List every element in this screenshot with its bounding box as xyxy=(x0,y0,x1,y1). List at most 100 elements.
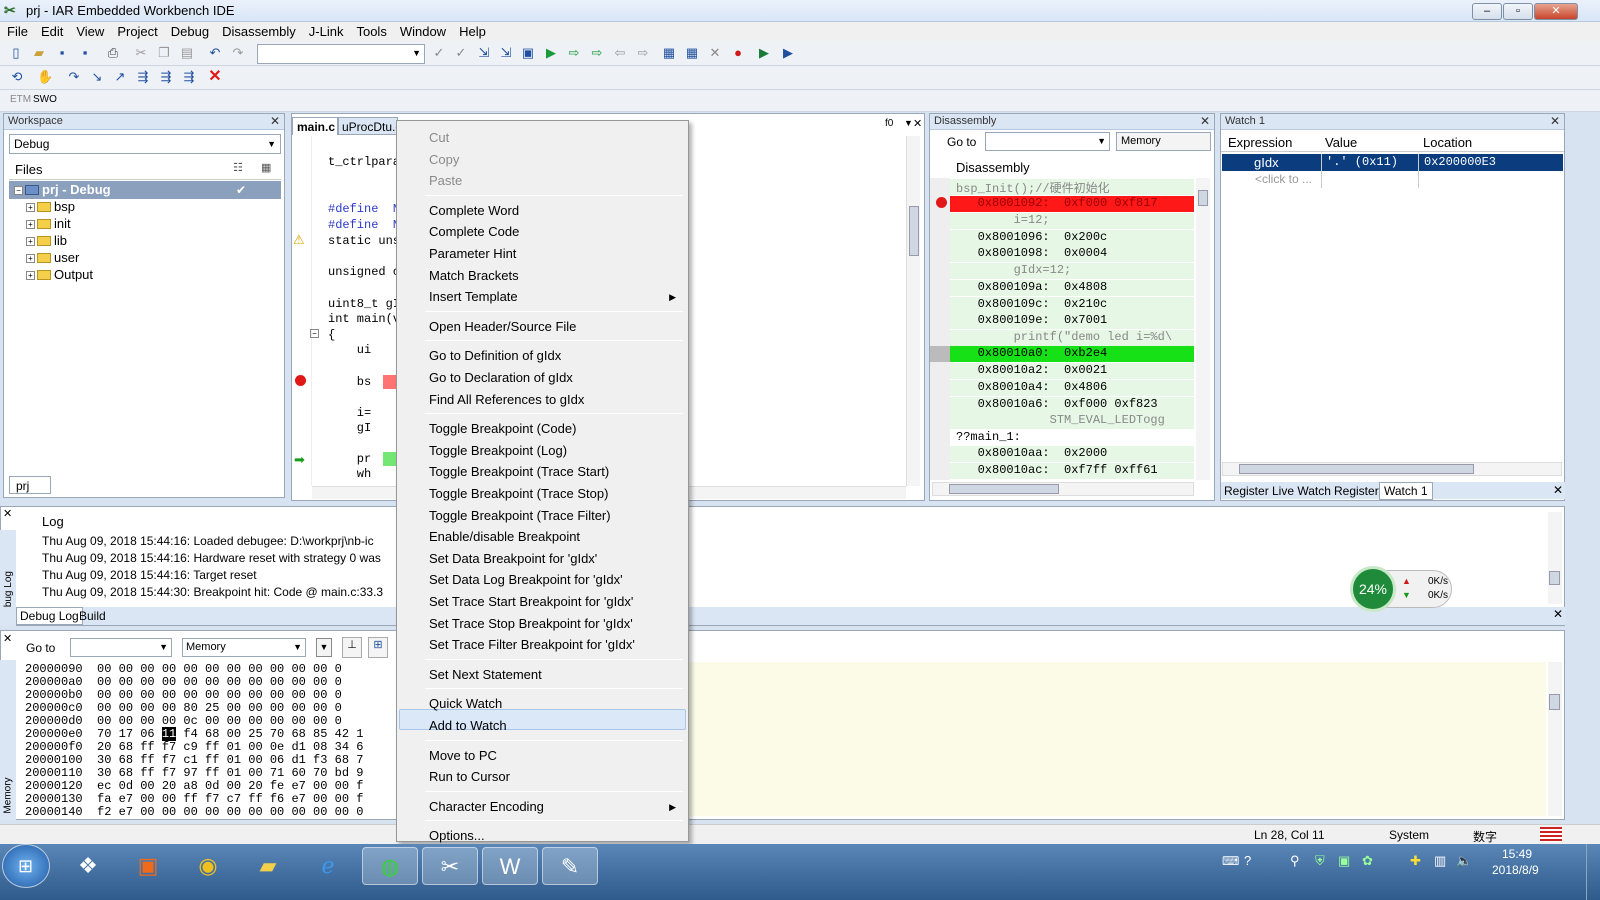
menu-item-toggle-breakpoint-code[interactable]: Toggle Breakpoint (Code) xyxy=(429,421,684,436)
editor-vscrollbar[interactable] xyxy=(906,136,920,486)
menu-item-complete-word[interactable]: Complete Word xyxy=(429,203,684,218)
language-flag-icon[interactable] xyxy=(1540,827,1562,842)
menu-item-go-to-definition-of-gidx[interactable]: Go to Definition of gIdx xyxy=(429,348,684,363)
find-in-files-icon[interactable]: ⇲ xyxy=(476,45,492,61)
close-icon[interactable]: ✕ xyxy=(1200,114,1210,128)
menu-item-set-trace-stop-breakpoint-for-gidx[interactable]: Set Trace Stop Breakpoint for 'gIdx' xyxy=(429,616,684,631)
next-bookmark-icon[interactable]: ⇨ xyxy=(566,45,582,61)
close-icon[interactable]: ✕ xyxy=(3,507,12,520)
menu-item-set-data-log-breakpoint-for-gidx[interactable]: Set Data Log Breakpoint for 'gIdx' xyxy=(429,572,684,587)
goto-icon[interactable]: ▣ xyxy=(520,45,536,61)
tab-watch-1[interactable]: Watch 1 xyxy=(1379,482,1433,500)
menu-tools[interactable]: Tools xyxy=(349,22,392,39)
new-file-icon[interactable]: ▯ xyxy=(8,45,24,61)
memory-goto-input[interactable]: ▼ xyxy=(70,638,172,657)
menu-item-set-data-breakpoint-for-gidx[interactable]: Set Data Breakpoint for 'gIdx' xyxy=(429,551,684,566)
menu-item-move-to-pc[interactable]: Move to PC xyxy=(429,748,684,763)
show-desktop-button[interactable] xyxy=(1586,844,1600,900)
stop-build-icon[interactable]: ✕ xyxy=(707,45,723,61)
reset-icon[interactable]: ⟲ xyxy=(9,69,25,85)
menu-item-parameter-hint[interactable]: Parameter Hint xyxy=(429,246,684,261)
save-all-icon[interactable]: ▪ xyxy=(77,45,93,61)
run-to-cursor-icon[interactable]: ⇶ xyxy=(158,69,174,85)
stop-debug-icon[interactable]: ✕ xyxy=(207,69,223,85)
scroll-thumb[interactable] xyxy=(1549,694,1560,710)
menu-item-insert-template[interactable]: Insert Template xyxy=(429,289,684,304)
menu-item-character-encoding[interactable]: Character Encoding xyxy=(429,799,684,814)
nav-forward-icon[interactable]: ⇨ xyxy=(635,45,651,61)
tab-live-watch[interactable]: Live Watch xyxy=(1272,484,1331,498)
taskbar-iar[interactable]: ✂ xyxy=(422,847,478,885)
scroll-thumb[interactable] xyxy=(1549,571,1560,585)
cut-icon[interactable]: ✂ xyxy=(133,45,149,61)
scroll-thumb[interactable] xyxy=(1239,464,1474,474)
config-select[interactable]: Debug ▼ xyxy=(9,134,281,154)
close-icon[interactable]: ✕ xyxy=(913,117,922,130)
menu-item-options[interactable]: Options... xyxy=(429,828,684,843)
menu-item-complete-code[interactable]: Complete Code xyxy=(429,224,684,239)
go-icon[interactable]: ⇶ xyxy=(181,69,197,85)
tree-root[interactable]: − prj - Debug xyxy=(14,182,111,199)
goto-input[interactable]: ▼ xyxy=(985,132,1110,151)
toggle-breakpoint-icon[interactable]: ● xyxy=(730,45,746,61)
find-next-icon[interactable]: ✓ xyxy=(431,45,447,61)
breakpoint-icon[interactable] xyxy=(936,197,947,208)
scroll-thumb[interactable] xyxy=(1198,190,1208,206)
print-icon[interactable]: ⎙ xyxy=(105,45,121,61)
menu-item-add-to-watch[interactable]: Add to Watch xyxy=(429,718,684,733)
menu-item-set-next-statement[interactable]: Set Next Statement xyxy=(429,667,684,682)
tray-app-icon[interactable]: ▣ xyxy=(1338,853,1350,869)
menu-item-toggle-breakpoint-log[interactable]: Toggle Breakpoint (Log) xyxy=(429,443,684,458)
disasm-hscrollbar[interactable] xyxy=(932,482,1194,496)
menu-disassembly[interactable]: Disassembly xyxy=(215,22,302,39)
menu-item-quick-watch[interactable]: Quick Watch xyxy=(429,696,684,711)
column-value[interactable]: Value xyxy=(1325,135,1357,150)
tree-item-user[interactable]: + user xyxy=(26,250,79,267)
menu-debug[interactable]: Debug xyxy=(164,22,215,39)
tray-app-icon[interactable]: ✿ xyxy=(1362,853,1373,869)
bookmark-icon[interactable]: ▶ xyxy=(543,45,559,61)
scroll-thumb[interactable] xyxy=(949,484,1059,494)
tray-app-icon[interactable]: ✚ xyxy=(1410,853,1421,869)
step-out-icon[interactable]: ↗ xyxy=(112,69,128,85)
menu-file[interactable]: File xyxy=(0,22,34,39)
volume-icon[interactable]: 🔈 xyxy=(1456,853,1472,869)
taskbar-app-8[interactable]: W xyxy=(482,847,538,885)
menu-item-set-trace-filter-breakpoint-for-gidx[interactable]: Set Trace Filter Breakpoint for 'gIdx' xyxy=(429,637,684,652)
tab-register[interactable]: Register xyxy=(1224,484,1269,498)
log-vscrollbar[interactable] xyxy=(1548,512,1562,604)
taskbar-pdf[interactable]: ▣ xyxy=(120,847,176,885)
tree-item-lib[interactable]: + lib xyxy=(26,233,67,250)
keyboard-icon[interactable]: ⌨ xyxy=(1222,854,1239,868)
menu-jlink[interactable]: J-Link xyxy=(302,22,350,39)
help-icon[interactable]: ? xyxy=(1244,853,1251,868)
prev-bookmark-icon[interactable]: ⇨ xyxy=(589,45,605,61)
minimize-button[interactable]: – xyxy=(1472,3,1502,20)
menu-project[interactable]: Project xyxy=(110,22,163,39)
build-icon[interactable]: ▦ xyxy=(261,161,271,174)
options-icon[interactable]: ☷ xyxy=(233,161,243,174)
watch-add-placeholder[interactable]: <click to ... xyxy=(1255,172,1312,186)
nav-back-icon[interactable]: ⇦ xyxy=(612,45,628,61)
taskbar-browser[interactable]: ◉ xyxy=(180,847,236,885)
watch-row[interactable]: gIdx '.' (0x11) 0x200000E3 xyxy=(1222,154,1563,171)
close-icon[interactable]: ✕ xyxy=(1550,114,1560,128)
undo-icon[interactable]: ↶ xyxy=(207,45,223,61)
menu-view[interactable]: View xyxy=(69,22,110,39)
find-combo[interactable]: ▼ xyxy=(257,44,425,64)
taskbar-ie[interactable]: ℯ xyxy=(300,847,356,885)
tree-item-output[interactable]: + Output xyxy=(26,267,93,284)
menu-item-open-header-source-file[interactable]: Open Header/Source File xyxy=(429,319,684,334)
open-folder-icon[interactable]: ▰ xyxy=(31,45,47,61)
tab-uprocdtu-c[interactable]: uProcDtu.c xyxy=(338,117,398,135)
tab-build[interactable]: Build xyxy=(79,609,106,623)
menu-item-set-trace-start-breakpoint-for-gidx[interactable]: Set Trace Start Breakpoint for 'gIdx' xyxy=(429,594,684,609)
paste-icon[interactable]: ▤ xyxy=(179,45,195,61)
menu-window[interactable]: Window xyxy=(393,22,452,39)
menu-item-run-to-cursor[interactable]: Run to Cursor xyxy=(429,769,684,784)
menu-item-toggle-breakpoint-trace-start[interactable]: Toggle Breakpoint (Trace Start) xyxy=(429,464,684,479)
maximize-button[interactable]: ▫ xyxy=(1503,3,1533,20)
close-icon[interactable]: ✕ xyxy=(270,114,280,128)
network-icon[interactable]: ▥ xyxy=(1434,853,1446,869)
close-icon[interactable]: ✕ xyxy=(3,632,12,645)
